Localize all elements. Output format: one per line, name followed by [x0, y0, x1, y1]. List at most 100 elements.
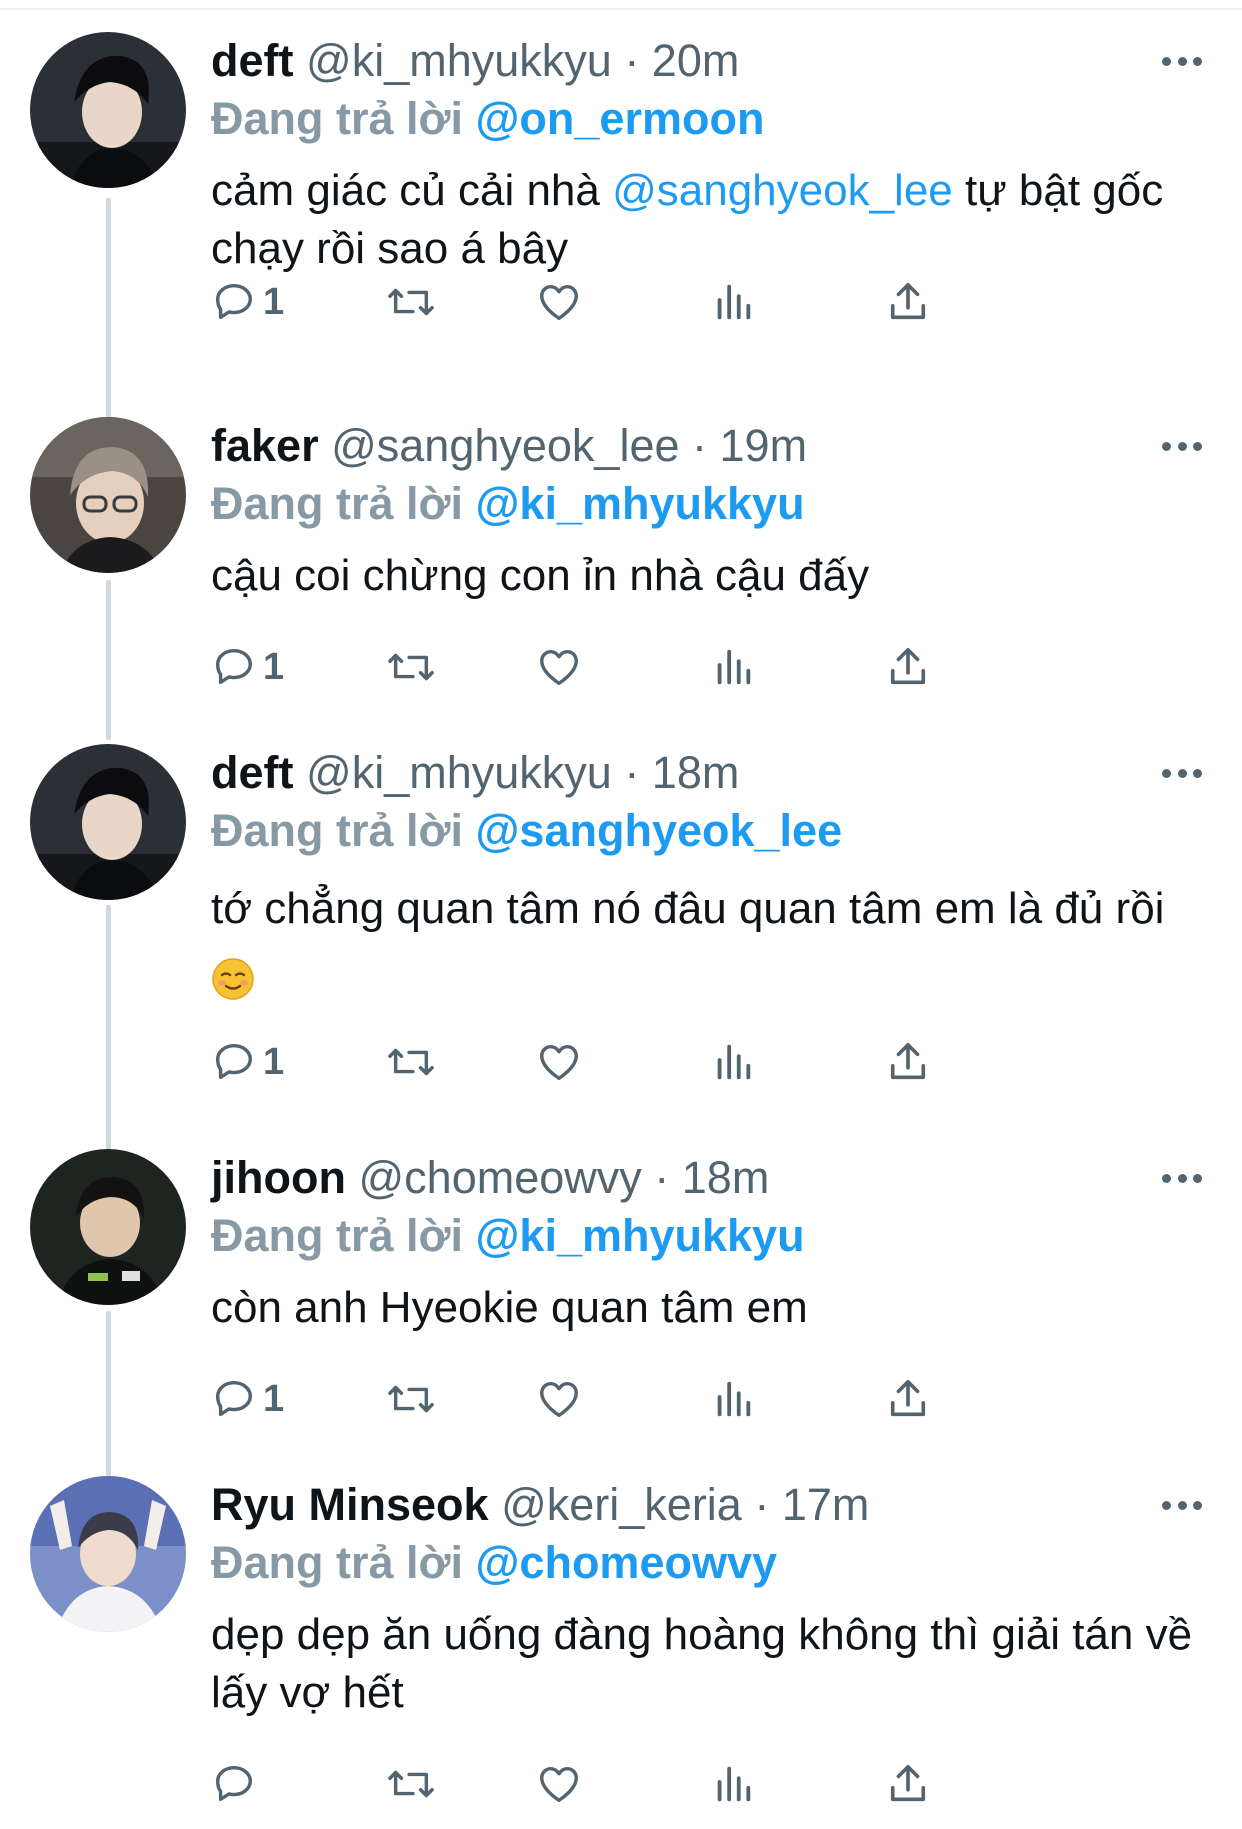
tweet-content: deft @ki_mhyukkyu · 20m Đang trả lời @on… [211, 32, 1201, 278]
share-icon [890, 283, 926, 320]
replying-to-label: Đang trả lời [211, 805, 464, 856]
username[interactable]: @sanghyeok_lee [331, 420, 679, 471]
more-icon[interactable] [1162, 54, 1202, 68]
reply-count: 1 [263, 280, 285, 323]
tweet-actions: 1 [211, 1371, 1111, 1427]
timestamp[interactable]: · 18m [624, 747, 739, 798]
analytics-icon [717, 284, 751, 320]
smiling-face-emoji-icon [212, 958, 254, 1000]
display-name[interactable]: faker [211, 420, 319, 471]
views-button[interactable] [713, 1034, 753, 1090]
replying-to: Đang trả lời @ki_mhyukkyu [211, 1207, 1201, 1265]
timestamp[interactable]: · 20m [624, 35, 739, 86]
retweet-icon [388, 653, 434, 681]
retweet-button[interactable] [386, 274, 436, 330]
views-button[interactable] [713, 1756, 753, 1812]
analytics-icon [717, 1766, 751, 1802]
views-button[interactable] [713, 639, 753, 695]
tweet[interactable]: Ryu Minseok @keri_keria · 17m Đang trả l… [0, 1476, 1242, 1829]
replying-to: Đang trả lời @chomeowvy [211, 1534, 1201, 1592]
mention-link[interactable]: @sanghyeok_lee [612, 166, 953, 215]
replying-to: Đang trả lời @on_ermoon [211, 90, 1201, 148]
tweet-header: deft @ki_mhyukkyu · 18m [211, 744, 1201, 802]
share-icon [890, 1380, 926, 1417]
avatar[interactable] [30, 1476, 186, 1632]
tweet-actions: 1 [211, 639, 1111, 695]
replying-to-mention[interactable]: @chomeowvy [476, 1537, 777, 1588]
like-button[interactable] [536, 274, 582, 330]
reply-button[interactable]: 1 [211, 639, 284, 695]
heart-icon [540, 1766, 578, 1803]
share-button[interactable] [887, 274, 929, 330]
tweet-content: faker @sanghyeok_lee · 19m Đang trả lời … [211, 417, 1201, 605]
replying-to-mention[interactable]: @on_ermoon [476, 93, 765, 144]
like-button[interactable] [536, 1756, 582, 1812]
replying-to-label: Đang trả lời [211, 1210, 464, 1261]
avatar[interactable] [30, 744, 186, 900]
top-divider [0, 8, 1242, 10]
avatar[interactable] [30, 417, 186, 573]
retweet-icon [388, 1048, 434, 1076]
timestamp[interactable]: · 18m [654, 1152, 769, 1203]
avatar[interactable] [30, 32, 186, 188]
replying-to-mention[interactable]: @ki_mhyukkyu [476, 478, 805, 529]
tweet-header: Ryu Minseok @keri_keria · 17m [211, 1476, 1201, 1534]
heart-icon [540, 284, 578, 321]
more-icon[interactable] [1162, 1171, 1202, 1185]
heart-icon [540, 649, 578, 686]
reply-count: 1 [263, 645, 285, 688]
tweet-text: tớ chẳng quan tâm nó đâu quan tâm em là … [211, 874, 1201, 1014]
display-name[interactable]: deft [211, 747, 294, 798]
like-button[interactable] [536, 1371, 582, 1427]
share-button[interactable] [887, 1034, 929, 1090]
share-button[interactable] [887, 639, 929, 695]
tweet-text: dẹp dẹp ăn uống đàng hoàng không thì giả… [211, 1610, 1193, 1717]
replying-to-mention[interactable]: @sanghyeok_lee [476, 805, 843, 856]
replying-to-mention[interactable]: @ki_mhyukkyu [476, 1210, 805, 1261]
display-name[interactable]: deft [211, 35, 294, 86]
views-button[interactable] [713, 1371, 753, 1427]
username[interactable]: @keri_keria [501, 1479, 742, 1530]
heart-icon [540, 1044, 578, 1081]
tweet[interactable]: jihoon @chomeowvy · 18m Đang trả lời @ki… [0, 1149, 1242, 1449]
like-button[interactable] [536, 639, 582, 695]
share-button[interactable] [887, 1756, 929, 1812]
avatar[interactable] [30, 1149, 186, 1305]
tweet-content: Ryu Minseok @keri_keria · 17m Đang trả l… [211, 1476, 1201, 1722]
views-button[interactable] [713, 274, 753, 330]
tweet[interactable]: deft @ki_mhyukkyu · 20m Đang trả lời @on… [0, 32, 1242, 392]
reply-count: 1 [263, 1377, 285, 1420]
retweet-button[interactable] [386, 1034, 436, 1090]
username[interactable]: @chomeowvy [358, 1152, 641, 1203]
timestamp[interactable]: · 17m [754, 1479, 869, 1530]
retweet-button[interactable] [386, 1756, 436, 1812]
reply-icon [215, 1043, 253, 1080]
reply-button[interactable]: 1 [211, 274, 284, 330]
reply-button[interactable]: 1 [211, 1034, 284, 1090]
heart-icon [540, 1381, 578, 1418]
more-icon[interactable] [1162, 1498, 1202, 1512]
more-icon[interactable] [1162, 439, 1202, 453]
timestamp[interactable]: · 19m [692, 420, 807, 471]
like-button[interactable] [536, 1034, 582, 1090]
analytics-icon [717, 1044, 751, 1080]
more-icon[interactable] [1162, 766, 1202, 780]
share-button[interactable] [887, 1371, 929, 1427]
analytics-icon [717, 1381, 751, 1417]
share-icon [890, 1765, 926, 1802]
retweet-button[interactable] [386, 1371, 436, 1427]
display-name[interactable]: jihoon [211, 1152, 346, 1203]
tweet-actions: 1 [211, 274, 1111, 330]
reply-button[interactable] [211, 1756, 263, 1812]
share-icon [890, 1043, 926, 1080]
retweet-button[interactable] [386, 639, 436, 695]
username[interactable]: @ki_mhyukkyu [306, 747, 612, 798]
share-icon [890, 648, 926, 685]
username[interactable]: @ki_mhyukkyu [306, 35, 612, 86]
tweet[interactable]: deft @ki_mhyukkyu · 18m Đang trả lời @sa… [0, 744, 1242, 1134]
tweet[interactable]: faker @sanghyeok_lee · 19m Đang trả lời … [0, 417, 1242, 717]
reply-button[interactable]: 1 [211, 1371, 284, 1427]
display-name[interactable]: Ryu Minseok [211, 1479, 489, 1530]
reply-icon [215, 1380, 253, 1417]
replying-to: Đang trả lời @ki_mhyukkyu [211, 475, 1201, 533]
